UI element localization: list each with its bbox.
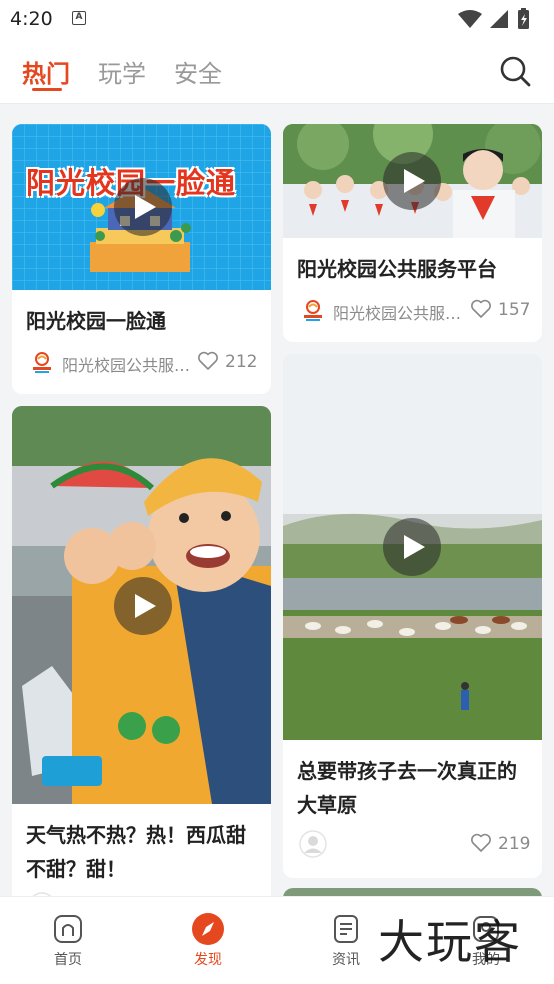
wifi-icon — [458, 10, 482, 28]
cellular-signal-icon — [490, 10, 508, 28]
like-button[interactable]: 157 — [470, 298, 531, 322]
video-title: 阳光校园一脸通 — [26, 309, 166, 333]
like-count: 157 — [498, 300, 531, 320]
nav-home-label: 首页 — [54, 952, 82, 968]
author-name: 阳光校园公共服… — [62, 356, 191, 375]
card-meta: 219 — [297, 830, 531, 858]
like-count: 219 — [498, 834, 531, 854]
category-tab-bar: 热门 玩学 安全 — [0, 38, 554, 104]
play-button[interactable] — [114, 178, 172, 236]
status-bar: 4:20 A — [0, 0, 554, 38]
video-thumbnail — [283, 354, 542, 740]
video-thumbnail — [12, 406, 271, 804]
system-status-icons — [458, 8, 529, 29]
author-name: 阳光校园公共服… — [333, 304, 462, 323]
search-icon[interactable] — [498, 54, 532, 88]
video-title: 阳光校园公共服务平台 — [297, 257, 497, 281]
nav-news-label: 资讯 — [332, 952, 360, 968]
video-card[interactable]: 阳光校园一脸通 阳光校园一脸通 阳光校园公共服… 212 — [12, 124, 271, 394]
video-card[interactable]: 总要带孩子去一次真正的大草原 219 — [283, 354, 542, 878]
compass-icon — [192, 913, 224, 945]
watermark-logo: 大玩客 — [378, 915, 522, 969]
tab-hot[interactable]: 热门 — [22, 54, 70, 89]
video-card[interactable]: 阳光校园公共服务平台 阳光校园公共服… 157 — [283, 124, 542, 342]
tab-safety[interactable]: 安全 — [174, 54, 222, 89]
author-avatar — [28, 348, 56, 376]
nav-news[interactable]: 资讯 — [316, 913, 376, 973]
author-avatar — [299, 830, 327, 858]
heart-icon — [471, 833, 491, 852]
play-icon — [135, 195, 156, 219]
play-icon — [135, 594, 156, 618]
like-count: 212 — [225, 352, 258, 372]
tab-play-learn[interactable]: 玩学 — [98, 54, 146, 89]
news-icon — [334, 915, 358, 943]
active-tab-indicator — [32, 88, 62, 91]
author-avatar — [299, 296, 327, 324]
card-meta: 阳光校园公共服… 157 — [297, 296, 531, 324]
video-thumbnail — [283, 124, 542, 238]
play-icon — [404, 169, 425, 193]
video-title: 总要带孩子去一次真正的大草原 — [297, 759, 517, 817]
like-button[interactable]: 212 — [197, 350, 257, 374]
video-thumbnail: 阳光校园一脸通 — [12, 124, 271, 290]
play-button[interactable] — [383, 518, 441, 576]
like-button[interactable]: 219 — [470, 832, 531, 856]
card-meta: 阳光校园公共服… 212 — [26, 348, 257, 376]
play-button[interactable] — [114, 577, 172, 635]
home-icon — [54, 915, 82, 943]
nav-home[interactable]: 首页 — [38, 913, 98, 973]
play-icon — [404, 535, 425, 559]
nav-discover[interactable]: 发现 — [178, 913, 238, 973]
status-time: 4:20 — [10, 8, 53, 30]
heart-icon — [198, 351, 218, 370]
notification-icon: A — [72, 11, 86, 25]
nav-discover-label: 发现 — [194, 952, 222, 968]
video-card[interactable]: 天气热不热？热！西瓜甜不甜？甜！ — [12, 406, 271, 916]
heart-icon — [471, 299, 491, 318]
play-button[interactable] — [383, 152, 441, 210]
video-title: 天气热不热？热！西瓜甜不甜？甜！ — [26, 823, 246, 881]
